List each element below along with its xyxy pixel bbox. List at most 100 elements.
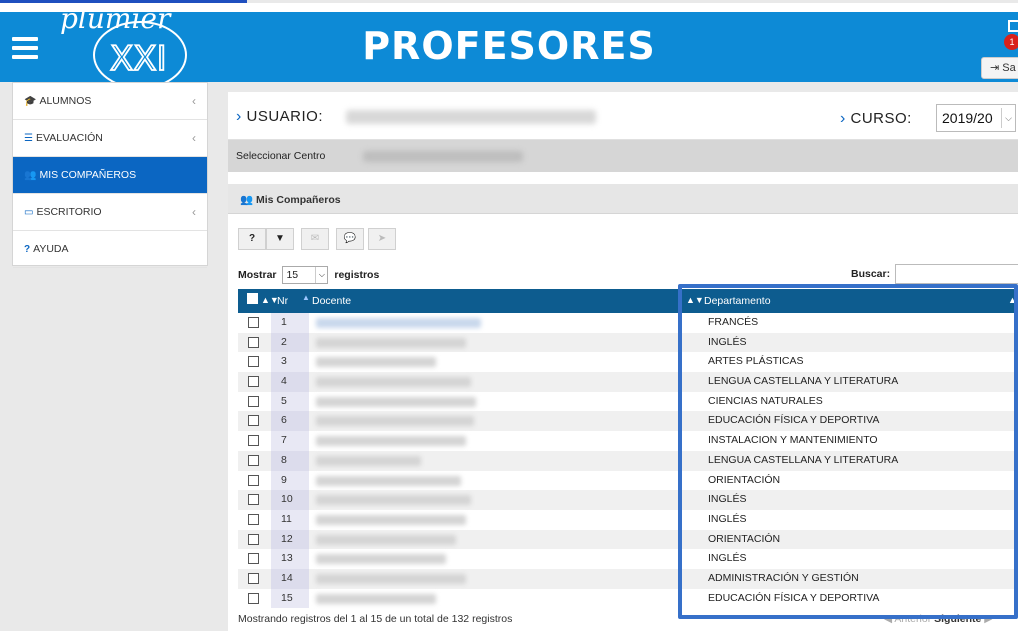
redacted-docente xyxy=(316,554,446,565)
logout-button[interactable]: ⇥ Sa xyxy=(981,57,1018,79)
curso-label: › CURSO: xyxy=(840,110,912,127)
row-checkbox[interactable] xyxy=(248,336,259,348)
redacted-docente xyxy=(316,396,476,407)
page-title: PROFESORES xyxy=(362,24,656,68)
desktop-icon: ▭ xyxy=(24,207,34,218)
chevron-left-icon: ‹ xyxy=(192,131,196,145)
email-button[interactable]: ✉ xyxy=(301,228,329,250)
panel-header: 👥 Mis Compañeros xyxy=(228,184,1018,214)
mail-icon[interactable] xyxy=(1008,20,1018,32)
sidebar-item-ayuda[interactable]: ? AYUDA xyxy=(13,231,207,268)
row-number: 2 xyxy=(271,332,309,353)
search-input[interactable] xyxy=(895,264,1018,284)
select-all-checkbox[interactable] xyxy=(247,293,258,304)
sidebar-item-label: ALUMNOS xyxy=(39,95,92,107)
sidebar-item-label: EVALUACIÓN xyxy=(35,132,103,144)
redacted-docente xyxy=(316,534,456,545)
row-checkbox[interactable] xyxy=(248,572,259,584)
redacted-docente xyxy=(316,455,421,466)
row-number: 4 xyxy=(271,372,309,392)
row-checkbox[interactable] xyxy=(248,533,259,545)
search-label: Buscar: xyxy=(851,268,891,280)
redacted-docente xyxy=(316,514,466,525)
row-checkbox[interactable] xyxy=(248,454,259,466)
row-number: 5 xyxy=(271,391,309,412)
sidebar-item-label: ESCRITORIO xyxy=(36,206,102,218)
sort-asc-icon: ▲ xyxy=(302,293,310,302)
row-checkbox[interactable] xyxy=(248,415,259,427)
sidebar-item-evaluacion[interactable]: ☰ EVALUACIÓN ‹ xyxy=(13,120,207,157)
chevron-down-icon: ⌵ xyxy=(1001,108,1015,128)
row-number: 6 xyxy=(271,411,309,432)
redacted-docente xyxy=(316,593,436,604)
notification-badge: 1 xyxy=(1004,34,1018,50)
curso-select[interactable]: 2019/20 ⌵ xyxy=(936,104,1016,132)
row-checkbox[interactable] xyxy=(248,435,259,447)
user-course-bar: › USUARIO: › CURSO: 2019/20 ⌵ xyxy=(228,92,1018,140)
chevron-left-icon: ‹ xyxy=(192,205,196,219)
chevron-down-icon: ⌵ xyxy=(315,267,327,283)
table-info: Mostrando registros del 1 al 15 de un to… xyxy=(238,613,513,625)
row-number: 14 xyxy=(271,568,309,589)
redacted-centro xyxy=(363,151,523,162)
sidebar-item-alumnos[interactable]: 🎓 ALUMNOS ‹ xyxy=(13,83,207,120)
redacted-username xyxy=(346,110,596,124)
centro-label[interactable]: Seleccionar Centro xyxy=(236,150,325,162)
sidebar: 🎓 ALUMNOS ‹ ☰ EVALUACIÓN ‹ 👥 MIS COMPAÑEROS… xyxy=(12,82,208,268)
row-number: 13 xyxy=(271,549,309,569)
row-number: 8 xyxy=(271,450,309,471)
row-checkbox[interactable] xyxy=(248,553,259,565)
row-checkbox[interactable] xyxy=(248,513,259,525)
sidebar-item-label: AYUDA xyxy=(33,243,69,255)
redacted-docente xyxy=(316,318,481,328)
centro-bar: Seleccionar Centro xyxy=(228,140,1018,172)
row-checkbox[interactable] xyxy=(248,474,259,486)
help-button[interactable]: ? xyxy=(238,228,266,250)
redacted-docente xyxy=(316,573,466,584)
row-checkbox[interactable] xyxy=(248,376,259,388)
graduation-cap-icon: 🎓 xyxy=(24,96,37,107)
row-checkbox[interactable] xyxy=(248,592,259,604)
row-number: 3 xyxy=(271,352,309,373)
row-checkbox[interactable] xyxy=(248,395,259,407)
list-icon: ☰ xyxy=(24,133,33,144)
question-icon: ? xyxy=(24,244,31,255)
highlight-frame xyxy=(678,284,1018,619)
row-number: 11 xyxy=(271,509,309,530)
curso-value: 2019/20 xyxy=(942,110,993,126)
row-number: 10 xyxy=(271,490,309,510)
col-docente[interactable]: Docente xyxy=(312,295,351,307)
row-number: 1 xyxy=(271,313,309,333)
app-header: plumier XXI PROFESORES 1 ⇥ Sa xyxy=(0,2,1018,89)
redacted-docente xyxy=(316,357,436,368)
row-checkbox[interactable] xyxy=(248,356,259,368)
users-icon: 👥 xyxy=(24,170,37,181)
page-length-select[interactable]: 15 ⌵ xyxy=(282,266,329,284)
row-checkbox[interactable] xyxy=(248,494,259,506)
row-number: 7 xyxy=(271,431,309,451)
col-nr[interactable]: Nr xyxy=(277,295,288,307)
page-length-control: Mostrar 15 ⌵ registros xyxy=(238,266,379,284)
row-number: 15 xyxy=(271,588,309,609)
sidebar-item-label: MIS COMPAÑEROS xyxy=(39,169,137,181)
redacted-docente xyxy=(316,436,466,447)
chevron-right-icon: › xyxy=(236,108,242,125)
logout-label: Sa xyxy=(1002,62,1016,74)
row-number: 9 xyxy=(271,470,309,491)
redacted-docente xyxy=(316,495,471,506)
row-checkbox[interactable] xyxy=(248,317,259,328)
chevron-left-icon: ‹ xyxy=(192,94,196,108)
message-button[interactable]: 💬 xyxy=(336,228,364,250)
chevron-right-icon: › xyxy=(840,110,846,127)
redacted-docente xyxy=(316,416,474,427)
filter-button[interactable]: ▼ xyxy=(266,228,294,250)
usuario-label: › USUARIO: xyxy=(236,108,324,125)
sidebar-item-escritorio[interactable]: ▭ ESCRITORIO ‹ xyxy=(13,194,207,231)
sidebar-item-mis-companeros[interactable]: 👥 MIS COMPAÑEROS xyxy=(13,157,207,194)
redacted-docente xyxy=(316,377,471,388)
panel-title: 👥 Mis Compañeros xyxy=(240,194,341,206)
send-button[interactable]: ➤ xyxy=(368,228,396,250)
row-number: 12 xyxy=(271,529,309,550)
redacted-docente xyxy=(316,337,466,348)
users-icon: 👥 xyxy=(240,194,254,206)
